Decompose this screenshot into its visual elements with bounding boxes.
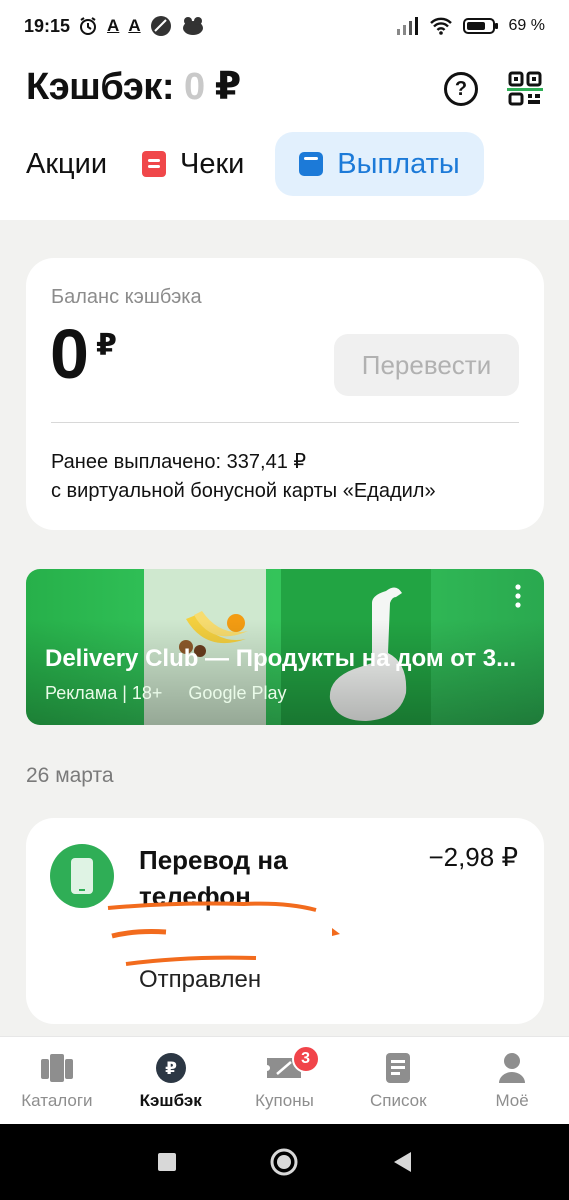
profile-icon [499, 1053, 526, 1083]
ad-label: Реклама | 18+ [45, 683, 163, 703]
svg-text:₽: ₽ [165, 1059, 177, 1079]
feed-date: 26 марта [26, 764, 114, 787]
battery-icon [462, 18, 498, 34]
page-title: Кэшбэк: 0 ₽ [26, 64, 241, 109]
tabbar-item-list[interactable]: Список [341, 1037, 455, 1124]
tab-checks[interactable]: Чеки [142, 132, 244, 196]
more-options-icon[interactable] [510, 583, 526, 609]
paid-source-text: с виртуальной бонусной карты «Едадил» [51, 480, 436, 502]
page-title-prefix: Кэшбэк: [26, 66, 174, 108]
app-header: Кэшбэк: 0 ₽ ? Акции Чеки Выплаты [0, 52, 569, 220]
system-nav-bar [0, 1124, 569, 1200]
notification-app-icon [150, 16, 171, 36]
notification-a-icon-2: A [128, 16, 141, 35]
page-title-currency: ₽ [214, 66, 241, 108]
tabbar-item-coupons[interactable]: 3 Купоны [228, 1037, 342, 1124]
status-time: 19:15 [24, 15, 71, 36]
recents-icon[interactable] [156, 1151, 178, 1173]
transaction-amount: −2,98 ₽ [428, 842, 518, 872]
transaction-status: Отправлен [139, 966, 262, 993]
receipt-icon [142, 151, 166, 177]
balance-value: 0 [50, 315, 89, 393]
paid-amount-text: Ранее выплачено: 337,41 ₽ [51, 451, 307, 473]
tabbar-label-cashback: Кэшбэк [139, 1091, 202, 1110]
tab-payouts[interactable]: Выплаты [275, 132, 484, 196]
tab-promo[interactable]: Акции [26, 132, 107, 196]
tabbar-label-profile: Моё [495, 1091, 529, 1110]
wifi-icon [429, 17, 452, 35]
transfer-button[interactable]: Перевести [334, 334, 519, 396]
notification-frog-icon [182, 17, 203, 35]
balance-currency: ₽ [96, 329, 117, 362]
cashback-icon: ₽ [155, 1053, 186, 1083]
ad-banner[interactable]: Delivery Club — Продукты на дом от 3... … [26, 569, 544, 725]
list-icon [386, 1053, 411, 1083]
tabbar-label-list: Список [370, 1091, 427, 1110]
balance-card: Баланс кэшбэка 0 ₽ Перевести Ранее выпла… [26, 258, 544, 530]
tab-payouts-label: Выплаты [337, 147, 460, 180]
catalogs-icon [40, 1054, 73, 1082]
back-icon[interactable] [391, 1150, 413, 1174]
help-button[interactable]: ? [444, 72, 478, 106]
tab-promo-label: Акции [26, 147, 108, 180]
alarm-icon [80, 17, 97, 35]
bottom-tab-bar: Каталоги ₽ Кэшбэк 3 Купоны Список Моё [0, 1036, 569, 1124]
transaction-card[interactable]: Перевод на телефон −2,98 ₽ Отправлен [26, 818, 544, 1024]
signal-icon [396, 17, 418, 35]
notification-a-icon: A [107, 16, 120, 35]
phone-transfer-icon [50, 844, 114, 908]
balance-label: Баланс кэшбэка [51, 286, 202, 308]
tabbar-label-catalogs: Каталоги [21, 1091, 93, 1110]
home-icon[interactable] [269, 1147, 299, 1177]
wallet-icon [299, 152, 324, 176]
coupons-badge: 3 [291, 1045, 320, 1073]
tabbar-item-profile[interactable]: Моё [455, 1037, 569, 1124]
question-icon: ? [454, 77, 468, 100]
section-tabs: Акции Чеки Выплаты [0, 132, 569, 196]
tab-checks-label: Чеки [180, 147, 245, 180]
tabbar-item-catalogs[interactable]: Каталоги [0, 1037, 114, 1124]
tabbar-label-coupons: Купоны [255, 1091, 314, 1110]
ad-meta: Реклама | 18+ Google Play [45, 683, 286, 704]
ad-source: Google Play [188, 683, 287, 703]
battery-percent: 69 % [508, 17, 545, 34]
paid-info: Ранее выплачено: 337,41 ₽ с виртуальной … [51, 448, 436, 506]
page-title-value: 0 [184, 66, 205, 108]
divider [51, 422, 519, 423]
status-bar: 19:15 A A 69 % [0, 0, 569, 52]
phone-icon [71, 858, 93, 894]
qr-scan-button[interactable] [506, 70, 544, 108]
ad-title: Delivery Club — Продукты на дом от 3... [45, 645, 517, 672]
tabbar-item-cashback[interactable]: ₽ Кэшбэк [114, 1037, 228, 1124]
